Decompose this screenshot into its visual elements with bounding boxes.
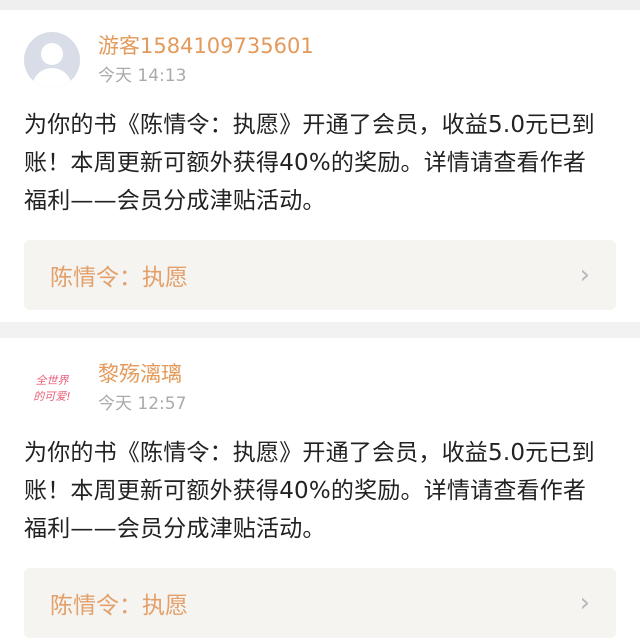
avatar-logo-icon: 全世界 的可爱! <box>33 374 70 403</box>
avatar-head-shape <box>41 43 63 65</box>
chevron-right-icon: › <box>579 588 590 618</box>
chevron-right-icon: › <box>579 260 590 290</box>
notification-feed: 游客1584109735601 今天 14:13 为你的书《陈情令：执愿》开通了… <box>0 0 640 640</box>
handwritten-logo-avatar[interactable]: 全世界 的可爱! <box>24 360 80 416</box>
notification-meta: 游客1584109735601 今天 14:13 <box>98 32 314 88</box>
notification-message: 为你的书《陈情令：执愿》开通了会员，收益5.0元已到账！本周更新可额外获得40%… <box>24 112 595 214</box>
notification-card: 全世界 的可爱! 黎殇漓璃 今天 12:57 为你的书《陈情令：执愿》开通了会员… <box>0 338 640 640</box>
notification-header: 全世界 的可爱! 黎殇漓璃 今天 12:57 <box>24 338 616 416</box>
book-link-card[interactable]: 陈情令：执愿 › <box>24 240 616 310</box>
book-title: 陈情令：执愿 <box>50 593 188 619</box>
notification-message: 为你的书《陈情令：执愿》开通了会员，收益5.0元已到账！本周更新可额外获得40%… <box>24 440 595 542</box>
notification-card: 游客1584109735601 今天 14:13 为你的书《陈情令：执愿》开通了… <box>0 10 640 322</box>
book-link-card[interactable]: 陈情令：执愿 › <box>24 568 616 638</box>
timestamp: 今天 12:57 <box>98 394 187 414</box>
username[interactable]: 黎殇漓璃 <box>98 360 186 388</box>
card-separator <box>0 322 640 338</box>
top-divider <box>0 0 640 10</box>
avatar-shoulders-shape <box>32 68 72 88</box>
svg-text:的可爱!: 的可爱! <box>33 390 70 403</box>
book-title: 陈情令：执愿 <box>50 265 188 291</box>
default-avatar-icon[interactable] <box>24 32 80 88</box>
timestamp: 今天 14:13 <box>98 66 187 86</box>
notification-header: 游客1584109735601 今天 14:13 <box>24 10 616 88</box>
svg-text:全世界: 全世界 <box>36 374 70 387</box>
notification-meta: 黎殇漓璃 今天 12:57 <box>98 360 186 416</box>
username[interactable]: 游客1584109735601 <box>98 32 314 60</box>
